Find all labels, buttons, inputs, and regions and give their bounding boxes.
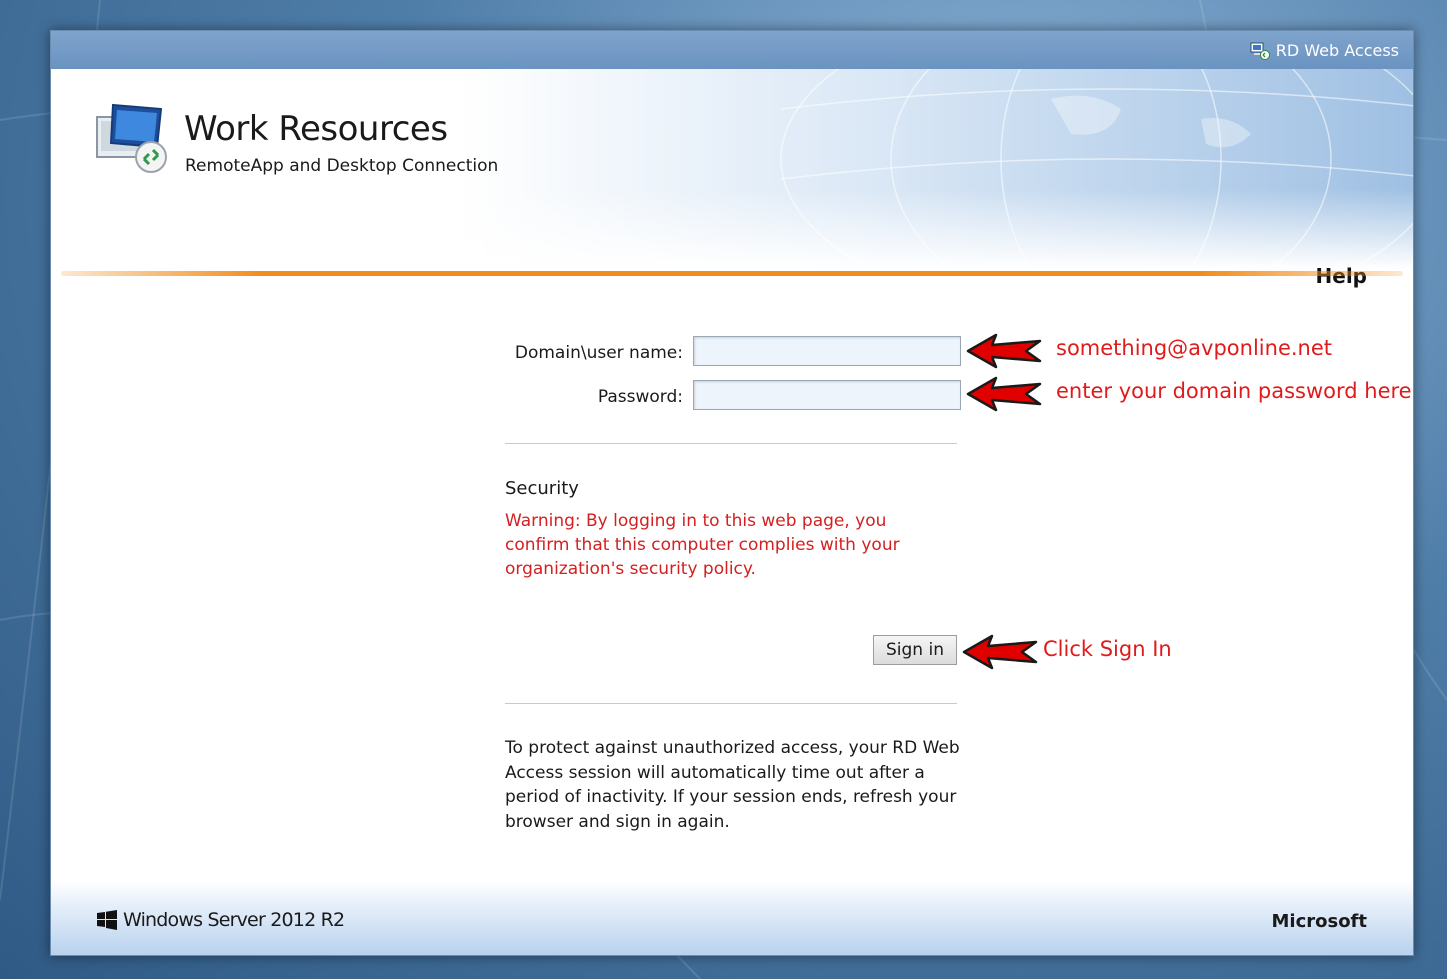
rd-web-access-label: RD Web Access	[1275, 41, 1399, 60]
username-input[interactable]	[693, 336, 961, 366]
browser-window: RD Web Access Work Resources RemoteApp a…	[50, 30, 1414, 956]
signin-divider	[505, 703, 957, 704]
help-link[interactable]: Help	[1316, 264, 1367, 288]
password-hint: enter your domain password here	[1056, 379, 1412, 403]
password-label: Password:	[597, 387, 683, 407]
page-title: Work Resources	[184, 109, 448, 149]
arrow-left-icon	[966, 333, 1042, 369]
arrow-left-icon	[966, 376, 1042, 412]
rd-web-access-brand: RD Web Access	[1250, 41, 1399, 60]
session-timeout-notice: To protect against unauthorized access, …	[505, 738, 960, 832]
page-header: Work Resources RemoteApp and Desktop Con…	[51, 69, 1413, 288]
password-input[interactable]	[693, 380, 961, 410]
page-footer: Windows Server 2012 R2 Microsoft	[51, 881, 1413, 955]
windows-logo-icon	[97, 910, 117, 930]
windows-server-label: Windows Server 2012 R2	[123, 909, 345, 931]
top-bar: RD Web Access	[51, 31, 1413, 69]
remoteapp-logo-icon	[96, 103, 167, 173]
arrow-left-icon	[962, 634, 1038, 670]
microsoft-logo: Microsoft	[1271, 911, 1367, 932]
username-hint: something@avponline.net	[1056, 336, 1333, 360]
header-divider	[61, 271, 1403, 276]
rd-web-access-icon	[1250, 42, 1270, 60]
form-divider	[505, 443, 957, 444]
username-label: Domain\user name:	[514, 343, 683, 363]
security-heading: Security	[505, 478, 579, 499]
page-subtitle: RemoteApp and Desktop Connection	[185, 156, 499, 176]
windows-server-brand: Windows Server 2012 R2	[97, 909, 345, 931]
sign-in-button[interactable]: Sign in	[873, 635, 957, 665]
signin-hint: Click Sign In	[1043, 637, 1172, 661]
security-warning: Warning: By logging in to this web page,…	[505, 511, 900, 579]
